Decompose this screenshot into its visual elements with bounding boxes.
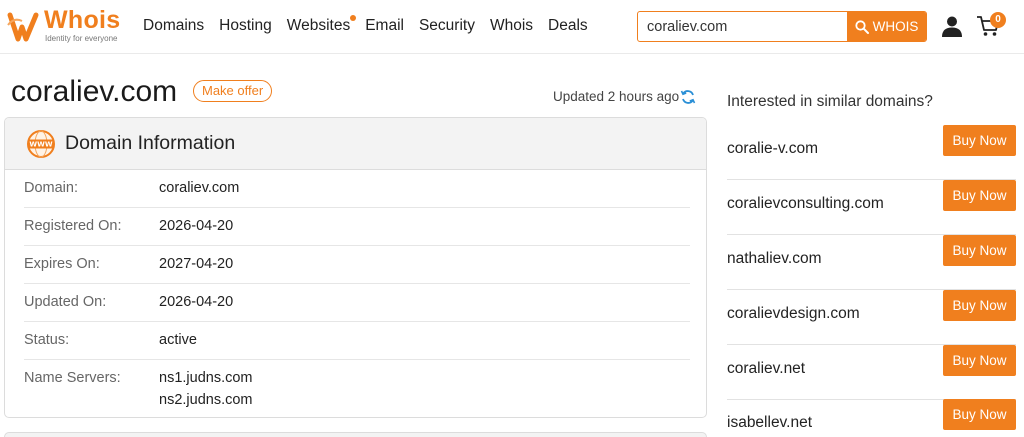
- nav-email[interactable]: Email: [365, 17, 404, 35]
- row-value: 2027-04-20: [159, 256, 234, 272]
- row-label: Name Servers:: [24, 370, 121, 386]
- similar-domain-item: nathaliev.com Buy Now: [727, 235, 1016, 290]
- whois-logo-icon: [7, 12, 39, 42]
- nav-domains[interactable]: Domains: [143, 17, 204, 35]
- card-header: WWW Domain Information: [5, 118, 706, 170]
- info-row-updated: Updated On: 2026-04-20: [24, 284, 690, 322]
- row-value: active: [159, 332, 197, 348]
- name-server-1: ns1.judns.com: [159, 370, 253, 386]
- svg-text:WWW: WWW: [29, 141, 52, 149]
- nav-whois[interactable]: Whois: [490, 17, 533, 35]
- refresh-icon[interactable]: [680, 89, 696, 105]
- whois-logo[interactable]: Whois Identity for everyone: [6, 6, 131, 45]
- similar-domain-item: isabellev.net Buy Now: [727, 399, 1016, 433]
- info-row-name-servers: Name Servers: ns1.judns.com ns2.judns.co…: [24, 360, 690, 416]
- row-value: 2026-04-20: [159, 294, 234, 310]
- row-label: Updated On:: [24, 294, 107, 310]
- similar-domain-name[interactable]: nathaliev.com: [727, 250, 821, 268]
- similar-domain-name[interactable]: coralie-v.com: [727, 140, 818, 158]
- buy-now-button[interactable]: Buy Now: [943, 235, 1016, 266]
- info-row-domain: Domain: coraliev.com: [24, 170, 690, 208]
- nav-security[interactable]: Security: [419, 17, 475, 35]
- row-label: Status:: [24, 332, 70, 348]
- similar-domain-item: coralievconsulting.com Buy Now: [727, 180, 1016, 235]
- name-server-2: ns2.judns.com: [159, 392, 253, 408]
- buy-now-button[interactable]: Buy Now: [943, 399, 1016, 430]
- next-section-card: [4, 432, 707, 437]
- search-bar: WHOIS: [637, 11, 927, 42]
- updated-timestamp: Updated 2 hours ago: [553, 89, 680, 104]
- similar-domain-name[interactable]: coraliev.net: [727, 360, 805, 378]
- similar-domain-name[interactable]: isabellev.net: [727, 414, 812, 432]
- make-offer-button[interactable]: Make offer: [193, 80, 273, 102]
- buy-now-button[interactable]: Buy Now: [943, 345, 1016, 376]
- user-icon[interactable]: [941, 15, 963, 37]
- search-input[interactable]: [638, 12, 848, 41]
- similar-domain-name[interactable]: coralievconsulting.com: [727, 195, 884, 213]
- domain-information-card: WWW Domain Information Domain: coraliev.…: [4, 117, 707, 418]
- www-globe-icon: WWW: [27, 130, 55, 158]
- info-row-registered: Registered On: 2026-04-20: [24, 208, 690, 246]
- similar-domain-item: coralie-v.com Buy Now: [727, 125, 1016, 180]
- nav-deals[interactable]: Deals: [548, 17, 588, 35]
- row-label: Expires On:: [24, 256, 100, 272]
- similar-domain-item: coraliev.net Buy Now: [727, 345, 1016, 400]
- row-value-list: ns1.judns.com ns2.judns.com: [159, 367, 253, 411]
- whois-search-button[interactable]: WHOIS: [847, 12, 926, 41]
- row-value: 2026-04-20: [159, 218, 234, 234]
- logo-text: Whois: [44, 6, 121, 34]
- info-row-expires: Expires On: 2027-04-20: [24, 246, 690, 284]
- search-button-label: WHOIS: [872, 19, 919, 34]
- similar-domain-name[interactable]: coralievdesign.com: [727, 305, 860, 323]
- similar-domains-heading: Interested in similar domains?: [727, 93, 933, 110]
- info-row-status: Status: active: [24, 322, 690, 360]
- new-indicator-dot: [350, 15, 357, 21]
- row-label: Registered On:: [24, 218, 122, 234]
- site-header: Whois Identity for everyone Domains Host…: [0, 0, 1024, 54]
- buy-now-button[interactable]: Buy Now: [943, 125, 1016, 156]
- buy-now-button[interactable]: Buy Now: [943, 180, 1016, 211]
- nav-websites[interactable]: Websites: [286, 15, 357, 35]
- main-nav: Domains Hosting Websites Email Security …: [143, 15, 603, 35]
- row-label: Domain:: [24, 180, 78, 196]
- card-title: Domain Information: [65, 132, 236, 154]
- cart-count-badge: 0: [990, 12, 1006, 28]
- similar-domain-item: coralievdesign.com Buy Now: [727, 290, 1016, 345]
- page-title: coraliev.com: [11, 75, 178, 108]
- row-value: coraliev.com: [159, 180, 240, 196]
- search-icon: [855, 19, 869, 34]
- logo-tagline: Identity for everyone: [45, 34, 118, 43]
- nav-hosting[interactable]: Hosting: [219, 17, 272, 35]
- nav-websites-label: Websites: [286, 17, 351, 34]
- buy-now-button[interactable]: Buy Now: [943, 290, 1016, 321]
